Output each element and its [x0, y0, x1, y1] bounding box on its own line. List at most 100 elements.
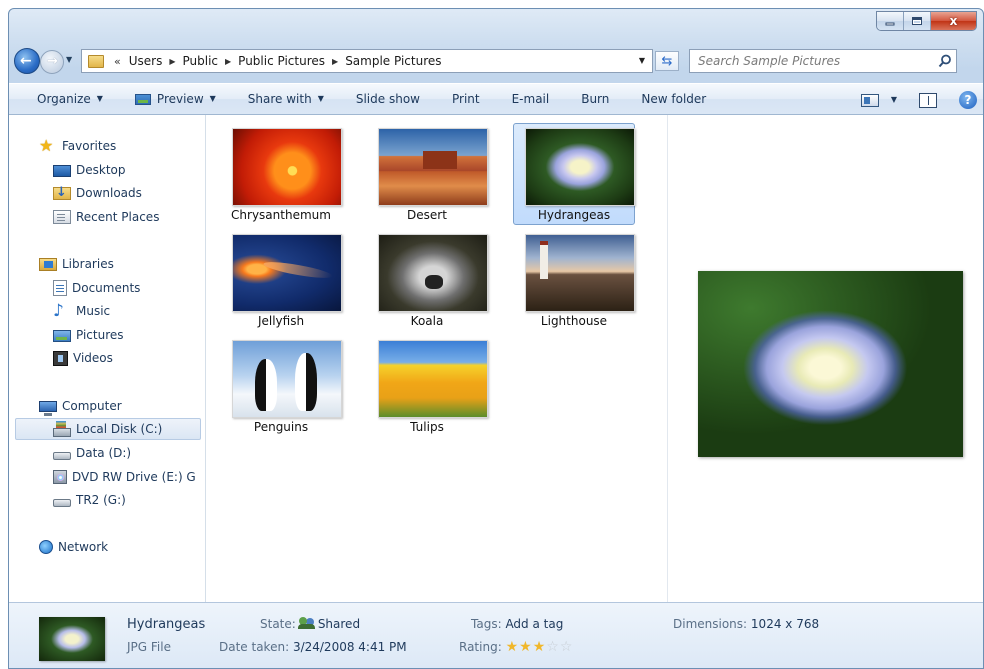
preview-pane: [667, 115, 983, 602]
nav-label: Local Disk (C:): [76, 422, 163, 436]
burn-button[interactable]: Burn: [571, 86, 619, 112]
thumbnail: [232, 340, 342, 418]
nav-network[interactable]: Network: [39, 536, 108, 558]
command-bar: Organize ▼ Preview ▼ Share with ▼ Slide sho…: [9, 83, 983, 115]
state-label: State:: [260, 617, 296, 631]
tags-value[interactable]: Add a tag: [505, 617, 563, 631]
date-taken-label: Date taken:: [219, 640, 290, 654]
network-icon: [39, 540, 53, 554]
star-icon: ★: [39, 136, 54, 155]
details-tags[interactable]: Tags: Add a tag: [471, 617, 563, 631]
library-icon: [39, 257, 57, 271]
file-item-jellyfish[interactable]: Jellyfish: [220, 229, 342, 331]
details-file-type: JPG File: [127, 640, 171, 654]
breadcrumb-separator-icon[interactable]: ▶: [329, 57, 341, 66]
close-button[interactable]: x: [931, 12, 976, 30]
share-with-button[interactable]: Share with ▼: [238, 86, 334, 112]
nav-computer[interactable]: Computer: [39, 395, 122, 417]
change-view-button[interactable]: ▼: [857, 87, 901, 113]
breadcrumb-public-pictures[interactable]: Public Pictures: [234, 54, 329, 68]
nav-videos[interactable]: Videos: [53, 347, 113, 369]
nav-libraries[interactable]: Libraries: [39, 253, 114, 275]
forward-button[interactable]: →: [40, 50, 64, 74]
downloads-icon: [53, 185, 71, 200]
state-value: Shared: [317, 617, 361, 631]
star-empty-icon[interactable]: ☆: [560, 639, 574, 655]
file-name: Chrysanthemum: [231, 208, 331, 222]
details-date-taken[interactable]: Date taken: 3/24/2008 4:41 PM: [219, 640, 407, 654]
nav-label: Pictures: [76, 328, 124, 342]
file-item-tulips[interactable]: Tulips: [366, 335, 488, 437]
thumbnail: [232, 128, 342, 206]
music-icon: ♪: [53, 301, 64, 321]
star-filled-icon[interactable]: ★: [506, 639, 520, 655]
hard-drive-icon: [53, 498, 71, 507]
nav-label: DVD RW Drive (E:) G: [72, 470, 196, 484]
preview-image: [698, 271, 963, 457]
file-name: Penguins: [253, 420, 309, 434]
nav-label: Videos: [73, 351, 113, 365]
recent-places-icon: [53, 210, 71, 224]
date-taken-value[interactable]: 3/24/2008 4:41 PM: [293, 640, 407, 654]
file-name: Hydrangeas: [537, 208, 611, 222]
file-item-desert[interactable]: Desert: [366, 123, 488, 225]
new-folder-button[interactable]: New folder: [631, 86, 716, 112]
details-rating: Rating: ★★★☆☆: [459, 639, 573, 655]
thumbnail: [378, 340, 488, 418]
forward-arrow-icon: →: [47, 54, 58, 69]
refresh-button[interactable]: ⇆: [655, 51, 679, 71]
breadcrumb-sample-pictures[interactable]: Sample Pictures: [341, 54, 445, 68]
preview-button[interactable]: Preview ▼: [125, 86, 226, 112]
nav-music[interactable]: ♪ Music: [53, 300, 110, 322]
recent-pages-dropdown[interactable]: ▼: [66, 55, 72, 64]
file-item-koala[interactable]: Koala: [366, 229, 488, 331]
nav-favorites[interactable]: ★ Favorites: [39, 135, 116, 157]
file-item-penguins[interactable]: Penguins: [220, 335, 342, 437]
star-filled-icon[interactable]: ★: [533, 639, 547, 655]
videos-icon: [53, 350, 68, 366]
breadcrumb-separator-icon[interactable]: ▶: [222, 57, 234, 66]
thumbnail: [232, 234, 342, 312]
breadcrumb-overflow[interactable]: «: [112, 55, 125, 68]
thumbnail: [525, 128, 635, 206]
breadcrumb-users[interactable]: Users: [125, 54, 167, 68]
nav-downloads[interactable]: Downloads: [53, 182, 142, 204]
nav-desktop[interactable]: Desktop: [53, 159, 126, 181]
file-item-chrysanthemum[interactable]: Chrysanthemum: [220, 123, 342, 225]
organize-button[interactable]: Organize ▼: [9, 86, 113, 112]
breadcrumb-separator-icon[interactable]: ▶: [166, 57, 178, 66]
back-button[interactable]: ←: [14, 48, 40, 74]
star-empty-icon[interactable]: ☆: [546, 639, 560, 655]
nav-pictures[interactable]: Pictures: [53, 324, 124, 346]
nav-recent-places[interactable]: Recent Places: [53, 206, 159, 228]
pictures-icon: [53, 330, 71, 342]
email-button[interactable]: E-mail: [502, 86, 560, 112]
slide-show-button[interactable]: Slide show: [346, 86, 430, 112]
preview-pane-toggle[interactable]: [919, 92, 937, 108]
file-item-hydrangeas[interactable]: Hydrangeas: [513, 123, 635, 225]
nav-tr2-drive[interactable]: TR2 (G:): [53, 489, 126, 511]
nav-data-drive[interactable]: Data (D:): [53, 442, 131, 464]
file-item-lighthouse[interactable]: Lighthouse: [513, 229, 635, 331]
maximize-button[interactable]: [904, 12, 931, 30]
minimize-button[interactable]: [877, 12, 904, 30]
hard-drive-icon: [53, 451, 71, 460]
maximize-icon: [912, 17, 922, 25]
search-input[interactable]: [690, 50, 926, 72]
search-icon[interactable]: [938, 54, 952, 68]
nav-label: Computer: [62, 399, 122, 413]
refresh-icon: ⇆: [661, 54, 673, 69]
nav-label: Data (D:): [76, 446, 132, 460]
nav-documents[interactable]: Documents: [53, 277, 140, 299]
print-button[interactable]: Print: [442, 86, 490, 112]
help-button[interactable]: ?: [959, 91, 977, 109]
breadcrumb-public[interactable]: Public: [179, 54, 223, 68]
rating-stars[interactable]: ★★★☆☆: [506, 639, 574, 655]
address-dropdown[interactable]: ▼: [632, 50, 652, 72]
nav-dvd-drive[interactable]: DVD RW Drive (E:) G: [53, 466, 205, 488]
nav-label: Documents: [72, 281, 141, 295]
nav-label: TR2 (G:): [76, 493, 126, 507]
star-filled-icon[interactable]: ★: [519, 639, 533, 655]
address-bar[interactable]: « Users ▶ Public ▶ Public Pictures ▶ Sam…: [81, 49, 653, 73]
nav-local-disk[interactable]: Local Disk (C:): [15, 418, 201, 440]
